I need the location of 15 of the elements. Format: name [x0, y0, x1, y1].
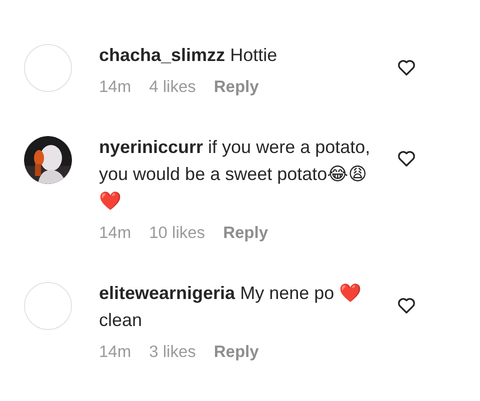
like-count[interactable]: 4 likes: [149, 77, 196, 97]
like-icon[interactable]: [397, 297, 416, 314]
comment-text: elitewearnigeria My nene po ❤clean: [99, 282, 362, 332]
reply-link[interactable]: Reply: [214, 77, 259, 97]
comment-text: chacha_slimzz Hottie: [99, 44, 278, 67]
reply-link[interactable]: Reply: [214, 342, 259, 362]
comment-text: nyeriniccurr if you were a potato, you would be a sweet potato😂😩❤: [99, 136, 372, 213]
like-icon[interactable]: [397, 150, 416, 167]
comment-time: 14m: [99, 77, 132, 97]
reply-link[interactable]: Reply: [223, 223, 268, 243]
like-count[interactable]: 10 likes: [149, 223, 206, 243]
like-icon[interactable]: [397, 59, 416, 76]
comment-time: 14m: [99, 223, 132, 243]
comment-time: 14m: [99, 342, 132, 362]
like-count[interactable]: 3 likes: [149, 342, 196, 362]
